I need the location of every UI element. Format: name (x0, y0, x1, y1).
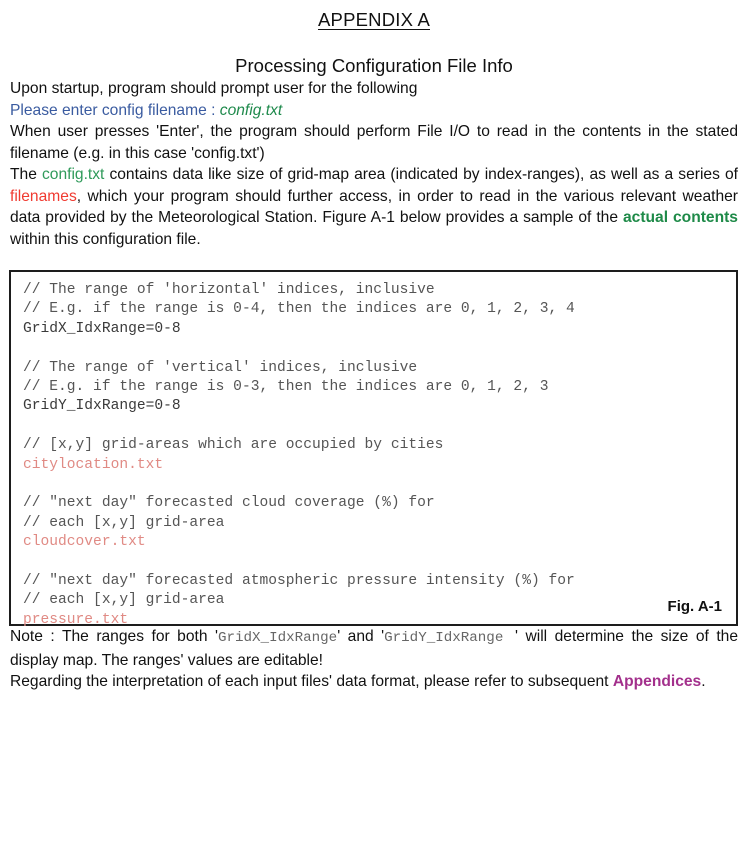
regarding-paragraph: Regarding the interpretation of each inp… (10, 671, 738, 693)
enter-paragraph: When user presses 'Enter', the program s… (10, 123, 738, 162)
config-text-4: within this configuration file. (10, 230, 201, 248)
code-line: // each [x,y] grid-area (23, 514, 225, 531)
page-subtitle: Processing Configuration File Info (235, 55, 513, 76)
appendices-highlight: Appendices (612, 673, 702, 690)
code-line: // "next day" forecasted atmospheric pre… (23, 573, 575, 590)
intro-paragraph: Upon startup, program should prompt user… (10, 80, 418, 97)
note-text-2: ' and ' (337, 628, 385, 645)
actual-contents-highlight: actual contents (622, 209, 738, 226)
note-mono-gridx: GridX_IdxRange (217, 630, 338, 646)
config-text-1: The (10, 166, 42, 183)
code-line: // "next day" forecasted cloud coverage … (23, 495, 435, 512)
config-paragraph: The config.txt contains data like size o… (10, 164, 738, 250)
config-text-2: contains data like size of grid-map area… (104, 166, 738, 183)
code-line: // [x,y] grid-areas which are occupied b… (23, 437, 444, 454)
code-line: GridX_IdxRange=0-8 (23, 320, 181, 337)
filenames-highlight: filenames (10, 187, 77, 205)
regarding-text-1: Regarding the interpretation of each inp… (10, 673, 613, 690)
prompt-value: config.txt (219, 101, 283, 119)
note-mono-gridy: GridY_IdxRange (384, 630, 516, 646)
page-title: APPENDIX A (10, 8, 738, 32)
config-file-contents: // The range of 'horizontal' indices, in… (23, 281, 724, 630)
code-line: // E.g. if the range is 0-3, then the in… (23, 379, 549, 396)
figure-config-file-box: // The range of 'horizontal' indices, in… (9, 270, 738, 628)
figure-caption: Fig. A-1 (667, 598, 722, 615)
code-line: pressure.txt (23, 611, 129, 628)
appendix-page: APPENDIX A Processing Configuration File… (0, 8, 748, 860)
page-title-text: APPENDIX A (317, 9, 430, 30)
code-line: cloudcover.txt (23, 534, 146, 551)
code-line: citylocation.txt (23, 456, 164, 473)
code-line: // E.g. if the range is 0-4, then the in… (23, 301, 575, 318)
regarding-text-2: . (701, 673, 706, 690)
note-text-1: Note : The ranges for both ' (10, 628, 218, 645)
code-line: GridY_IdxRange=0-8 (23, 398, 181, 415)
code-line: // each [x,y] grid-area (23, 592, 225, 609)
config-filename-highlight: config.txt (41, 166, 105, 183)
code-line: // The range of 'vertical' indices, incl… (23, 359, 418, 376)
note-paragraph: Note : The ranges for both 'GridX_IdxRan… (10, 626, 738, 671)
prompt-label: Please enter config filename : (10, 101, 220, 119)
code-line: // The range of 'horizontal' indices, in… (23, 282, 435, 298)
prompt-line: Please enter config filename : config.tx… (10, 100, 738, 122)
